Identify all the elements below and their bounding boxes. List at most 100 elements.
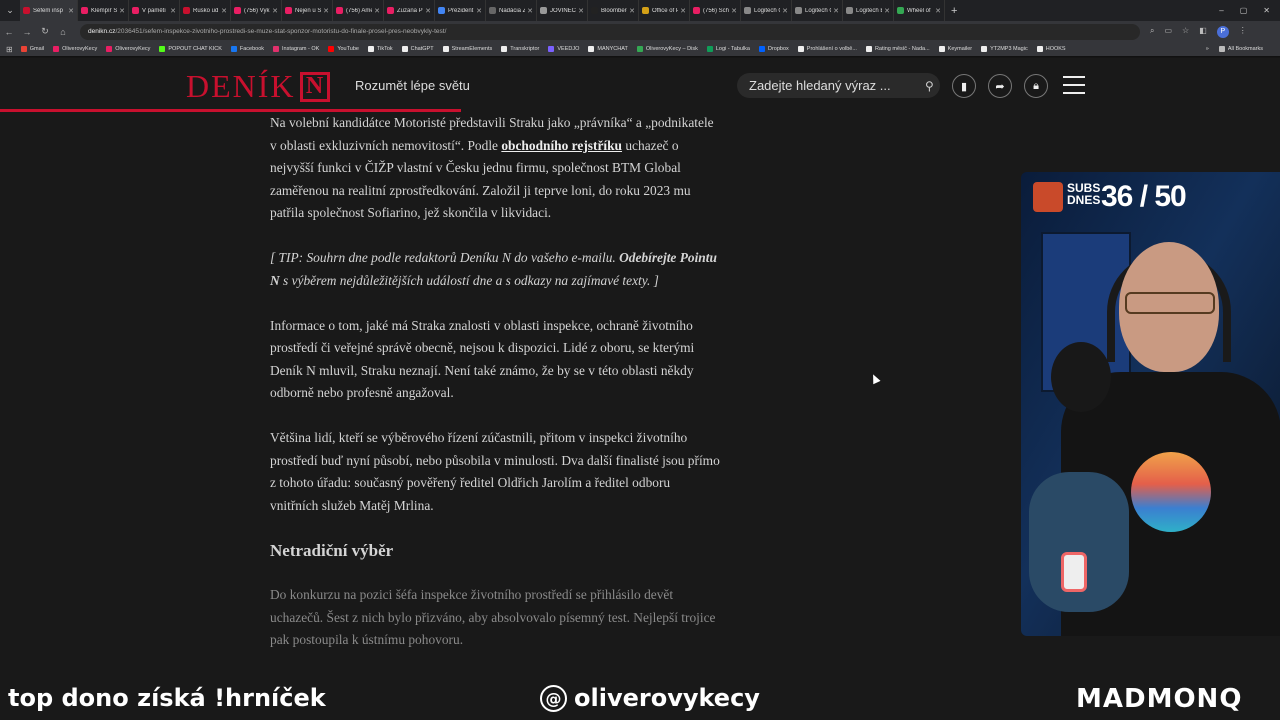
bookmark-item[interactable]: Logi - Tabulka xyxy=(706,46,750,52)
registry-link[interactable]: obchodního rejstříku xyxy=(501,138,622,153)
newsletter-tip: [ TIP: Souhrn dne podle redaktorů Deníku… xyxy=(270,247,720,292)
tab-close-icon[interactable]: ✕ xyxy=(323,7,329,15)
bookmark-item[interactable]: OliverovyKecy xyxy=(106,46,150,52)
tab-close-icon[interactable]: ✕ xyxy=(731,7,737,15)
bookmark-item[interactable]: StreamElements xyxy=(442,46,492,52)
bookmark-favicon-icon xyxy=(106,46,113,52)
browser-tab[interactable]: (756) Vyk ✕ xyxy=(231,0,282,21)
tab-close-icon[interactable]: ✕ xyxy=(374,7,380,15)
bookmark-item[interactable]: MANYCHAT xyxy=(588,46,628,52)
close-window-button[interactable]: ✕ xyxy=(1263,6,1270,15)
zoom-icon[interactable]: ⌕ xyxy=(1150,26,1154,38)
reload-icon[interactable]: ↻ xyxy=(36,26,54,37)
browser-tab[interactable]: Logitech G✕ xyxy=(792,0,843,21)
browser-tab[interactable]: Klempíř S ✕ xyxy=(78,0,129,21)
tab-title: Nadácia Z xyxy=(499,7,526,14)
tab-favicon-icon xyxy=(23,7,30,14)
bookmark-item[interactable]: YT2MP3 Magic xyxy=(981,46,1028,52)
hamburger-menu-icon[interactable] xyxy=(1063,76,1085,94)
forward-icon[interactable]: → xyxy=(18,27,36,37)
tab-close-icon[interactable]: ✕ xyxy=(221,7,227,15)
new-tab-button[interactable]: + xyxy=(945,5,963,17)
browser-tab[interactable]: Prezident ✕ xyxy=(435,0,486,21)
browser-tab[interactable]: Office of P ✕ xyxy=(639,0,690,21)
bookmark-icon[interactable]: ▮ xyxy=(952,74,976,98)
bookmark-item[interactable]: YouTube xyxy=(328,46,359,52)
tab-close-icon[interactable]: ✕ xyxy=(272,7,278,15)
tab-close-icon[interactable]: ✕ xyxy=(629,7,635,15)
bookmark-item[interactable]: VEEDJO xyxy=(548,46,579,52)
tab-close-icon[interactable]: ✕ xyxy=(170,7,176,15)
minimize-button[interactable]: – xyxy=(1219,6,1223,15)
address-bar-icons: ⌕ ▭ ☆ ◧ P ⋮ xyxy=(1150,25,1247,38)
tab-title: (756) Vyk xyxy=(244,7,270,14)
tab-close-icon[interactable]: ✕ xyxy=(476,7,482,15)
tab-title: Office of P xyxy=(652,7,679,14)
tab-close-icon[interactable]: ✕ xyxy=(578,7,584,15)
logo-text: DENÍK xyxy=(186,68,296,104)
back-icon[interactable]: ← xyxy=(0,27,18,37)
maximize-button[interactable]: ▢ xyxy=(1240,6,1248,15)
bookmark-item[interactable]: HOOKS xyxy=(1036,46,1066,52)
browser-tab[interactable]: JOVINEČ ✕ xyxy=(537,0,588,21)
tab-close-icon[interactable]: ✕ xyxy=(833,7,839,15)
browser-tab[interactable]: Logitech E ✕ xyxy=(843,0,894,21)
tab-close-icon[interactable]: ✕ xyxy=(782,7,788,15)
browser-tab[interactable]: V paměti ✕ xyxy=(129,0,180,21)
tab-title: Šéfem insp xyxy=(33,7,64,14)
bookmark-item[interactable]: TikTok xyxy=(367,46,393,52)
search-input[interactable] xyxy=(749,78,925,93)
browser-tab[interactable]: Wheel of ✕ xyxy=(894,0,945,21)
search-icon[interactable]: ⚲ xyxy=(925,79,934,93)
bookmark-item[interactable]: ChatGPT xyxy=(401,46,434,52)
denikn-logo[interactable]: DENÍK N xyxy=(186,68,330,105)
bookmark-item[interactable]: Prohlášení o volbě... xyxy=(797,46,857,52)
bookmark-favicon-icon xyxy=(797,46,804,52)
tab-close-icon[interactable]: ✕ xyxy=(935,7,941,15)
bookmark-item[interactable]: Transkriptor xyxy=(501,46,539,52)
share-icon[interactable]: ➦ xyxy=(988,74,1012,98)
tab-favicon-icon xyxy=(387,7,394,14)
bookmark-item[interactable]: Instagram - OK xyxy=(273,46,319,52)
tab-search-button[interactable]: ⌄ xyxy=(0,0,20,21)
browser-tab[interactable]: Zuzana Pi ✕ xyxy=(384,0,435,21)
extensions-icon[interactable]: ◧ xyxy=(1199,26,1207,38)
tab-close-icon[interactable]: ✕ xyxy=(884,7,890,15)
browser-tab[interactable]: Bloomberg ✕ xyxy=(588,0,639,21)
all-bookmarks-folder[interactable]: All Bookmarks xyxy=(1218,46,1263,52)
cast-icon[interactable]: ▭ xyxy=(1164,26,1172,38)
profile-avatar[interactable]: P xyxy=(1216,25,1229,38)
lock-icon[interactable]: 🔒︎ xyxy=(1024,74,1048,98)
tab-close-icon[interactable]: ✕ xyxy=(68,7,74,15)
tab-close-icon[interactable]: ✕ xyxy=(119,7,125,15)
logo-n-mark: N xyxy=(299,71,330,102)
more-bookmarks-icon[interactable]: » xyxy=(1206,46,1209,52)
star-icon[interactable]: ☆ xyxy=(1182,26,1189,38)
tab-favicon-icon xyxy=(81,7,88,14)
bookmark-item[interactable]: Facebook xyxy=(230,46,264,52)
bookmark-item[interactable]: POPOUT CHAT KICK xyxy=(159,46,222,52)
home-icon[interactable]: ⌂ xyxy=(54,27,72,37)
browser-tab[interactable]: Nejen u S ✕ xyxy=(282,0,333,21)
bookmark-item[interactable]: Gmail xyxy=(20,46,44,52)
address-bar[interactable]: denikn.cz/2036451/sefem-inspekce-zivotni… xyxy=(80,23,1140,40)
bookmark-favicon-icon xyxy=(501,46,508,52)
bookmark-item[interactable]: OliverovyKecy xyxy=(53,46,97,52)
tab-close-icon[interactable]: ✕ xyxy=(680,7,686,15)
browser-tab[interactable]: Nadácia Z ✕ xyxy=(486,0,537,21)
browser-tab[interactable]: Logitech G✕ xyxy=(741,0,792,21)
browser-tab[interactable]: Rusko ud ✕ xyxy=(180,0,231,21)
bookmark-item[interactable]: OliverovyKecy – Disk xyxy=(636,46,698,52)
apps-grid-icon[interactable]: ⊞ xyxy=(6,45,13,54)
tab-close-icon[interactable]: ✕ xyxy=(425,7,431,15)
browser-tab[interactable]: Šéfem insp ✕ xyxy=(20,0,78,21)
browser-tab[interactable]: (756) Ame ✕ xyxy=(333,0,384,21)
tab-favicon-icon xyxy=(642,7,649,14)
bookmark-favicon-icon xyxy=(636,46,643,52)
tab-close-icon[interactable]: ✕ xyxy=(527,7,533,15)
browser-tab[interactable]: (756) Schi ✕ xyxy=(690,0,741,21)
browser-menu-icon[interactable]: ⋮ xyxy=(1239,26,1247,38)
bookmark-item[interactable]: Keymailer xyxy=(938,46,972,52)
bookmark-item[interactable]: Dropbox xyxy=(758,46,789,52)
bookmark-item[interactable]: Rating měsíč - Nada... xyxy=(865,46,930,52)
